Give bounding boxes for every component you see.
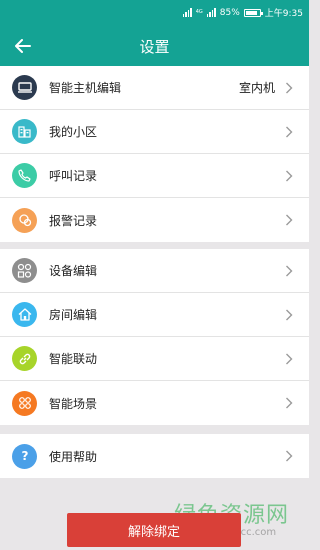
settings-group-help: ? 使用帮助 — [0, 434, 309, 478]
settings-item-smart-linkage[interactable]: 智能联动 — [0, 337, 309, 381]
settings-item-label: 智能场景 — [49, 396, 98, 411]
settings-item-alarm-records[interactable]: 报警记录 — [0, 198, 309, 242]
settings-item-device-edit[interactable]: 设备编辑 — [0, 249, 309, 293]
host-type-value: 室内机 — [238, 81, 275, 95]
phone-icon — [12, 163, 37, 188]
chevron-right-icon — [286, 353, 293, 364]
chevron-right-icon — [286, 397, 293, 409]
status-indicators: 4G 85% 上午9:35 — [182, 6, 303, 19]
settings-item-room-edit[interactable]: 房间编辑 — [0, 293, 309, 337]
unbind-button[interactable]: 解除绑定 — [67, 513, 241, 547]
signal-icon — [182, 8, 192, 17]
alarm-icon — [12, 207, 37, 233]
link-icon — [12, 346, 37, 371]
settings-item-label: 智能联动 — [49, 352, 98, 366]
chevron-right-icon — [286, 265, 293, 276]
status-bar: 4G 85% 上午9:35 — [0, 0, 309, 23]
settings-item-label: 使用帮助 — [49, 449, 98, 464]
settings-item-my-community[interactable]: 我的小区 — [0, 110, 309, 154]
settings-item-help[interactable]: ? 使用帮助 — [0, 434, 309, 478]
signal-icon-secondary — [206, 8, 216, 17]
settings-item-label: 设备编辑 — [49, 264, 98, 278]
settings-item-host-edit[interactable]: 智能主机编辑 室内机 — [0, 66, 309, 110]
help-icon: ? — [12, 443, 37, 469]
settings-group-host: 智能主机编辑 室内机 我的小区 呼叫记录 报警记录 — [0, 66, 309, 242]
chevron-right-icon — [286, 82, 293, 93]
settings-item-smart-scene[interactable]: 智能场景 — [0, 381, 309, 425]
monitor-icon — [12, 75, 37, 100]
devices-icon — [12, 258, 37, 283]
chevron-right-icon — [286, 450, 293, 462]
chevron-right-icon — [286, 126, 293, 137]
clock: 上午9:35 — [264, 9, 303, 19]
chevron-right-icon — [286, 170, 293, 181]
svg-text:?: ? — [21, 449, 28, 463]
chevron-right-icon — [286, 214, 293, 226]
settings-item-label: 房间编辑 — [49, 308, 98, 322]
settings-group-devices: 设备编辑 房间编辑 智能联动 智能场景 — [0, 249, 309, 425]
chevron-right-icon — [286, 309, 293, 320]
settings-item-label: 我的小区 — [49, 125, 98, 139]
network-label: 4G — [195, 9, 203, 15]
home-icon — [12, 302, 37, 327]
settings-item-label: 呼叫记录 — [49, 169, 98, 183]
battery-percent: 85% — [219, 7, 240, 18]
battery-icon — [243, 8, 263, 17]
title-bar: 设置 — [0, 23, 309, 69]
settings-item-label: 报警记录 — [49, 213, 98, 228]
building-icon — [12, 119, 37, 144]
scene-icon — [12, 390, 37, 416]
page-title: 设置 — [139, 38, 170, 56]
settings-item-label: 智能主机编辑 — [49, 81, 122, 95]
settings-item-call-records[interactable]: 呼叫记录 — [0, 154, 309, 198]
